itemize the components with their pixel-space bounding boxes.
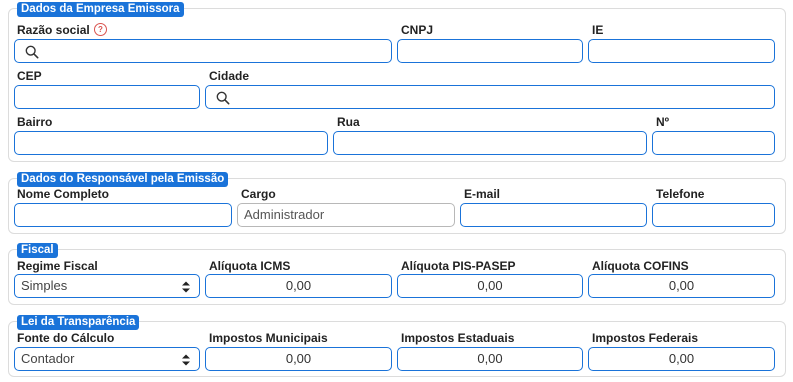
chevron-up-down-icon bbox=[182, 281, 190, 293]
cep-label: CEP bbox=[17, 69, 42, 83]
aliquota-pis-label: Alíquota PIS-PASEP bbox=[401, 259, 516, 273]
cargo-label: Cargo bbox=[241, 187, 276, 201]
aliquota-pis-input[interactable]: 0,00 bbox=[397, 274, 583, 298]
cidade-input[interactable] bbox=[205, 85, 775, 109]
ie-label: IE bbox=[592, 23, 604, 37]
fonte-calculo-value: Contador bbox=[21, 351, 75, 366]
nome-completo-input[interactable] bbox=[14, 203, 232, 227]
telefone-input[interactable] bbox=[652, 203, 775, 227]
regime-fiscal-value: Simples bbox=[21, 278, 68, 293]
aliquota-cofins-input[interactable]: 0,00 bbox=[588, 274, 775, 298]
rua-input[interactable] bbox=[333, 131, 647, 155]
razao-social-label: Razão social bbox=[17, 23, 90, 37]
section-legend: Dados do Responsável pela Emissão bbox=[17, 172, 229, 187]
numero-label: Nº bbox=[656, 115, 670, 129]
email-label: E-mail bbox=[464, 187, 501, 201]
razao-social-input[interactable] bbox=[14, 39, 392, 63]
cnpj-input[interactable] bbox=[397, 39, 583, 63]
bairro-input[interactable] bbox=[14, 131, 328, 155]
chevron-up-down-icon bbox=[182, 354, 190, 366]
bairro-label: Bairro bbox=[17, 115, 53, 129]
aliquota-cofins-label: Alíquota COFINS bbox=[592, 259, 689, 273]
impostos-estaduais-label: Impostos Estaduais bbox=[401, 331, 515, 345]
aliquota-icms-input[interactable]: 0,00 bbox=[205, 274, 392, 298]
impostos-estaduais-input[interactable]: 0,00 bbox=[397, 347, 583, 371]
aliquota-icms-label: Alíquota ICMS bbox=[209, 259, 291, 273]
impostos-federais-input[interactable]: 0,00 bbox=[588, 347, 775, 371]
email-input[interactable] bbox=[460, 203, 647, 227]
regime-fiscal-select[interactable]: Simples bbox=[14, 274, 200, 298]
cep-input[interactable] bbox=[14, 85, 200, 109]
ie-input[interactable] bbox=[588, 39, 775, 63]
telefone-label: Telefone bbox=[656, 187, 705, 201]
section-legend: Fiscal bbox=[17, 243, 58, 258]
section-legend: Lei da Transparência bbox=[17, 315, 140, 330]
numero-input[interactable] bbox=[652, 131, 775, 155]
section-legend: Dados da Empresa Emissora bbox=[17, 2, 184, 17]
cnpj-label: CNPJ bbox=[401, 23, 434, 37]
cargo-input[interactable]: Administrador bbox=[237, 203, 455, 227]
nome-completo-label: Nome Completo bbox=[17, 187, 110, 201]
impostos-federais-label: Impostos Federais bbox=[592, 331, 699, 345]
rua-label: Rua bbox=[337, 115, 360, 129]
fonte-calculo-select[interactable]: Contador bbox=[14, 347, 200, 371]
fonte-calculo-label: Fonte do Cálculo bbox=[17, 331, 115, 345]
regime-fiscal-label: Regime Fiscal bbox=[17, 259, 98, 273]
search-icon bbox=[25, 45, 39, 59]
impostos-municipais-label: Impostos Municipais bbox=[209, 331, 328, 345]
help-icon[interactable]: ? bbox=[94, 23, 107, 36]
cidade-label: Cidade bbox=[209, 69, 250, 83]
impostos-municipais-input[interactable]: 0,00 bbox=[205, 347, 392, 371]
search-icon bbox=[216, 91, 230, 105]
